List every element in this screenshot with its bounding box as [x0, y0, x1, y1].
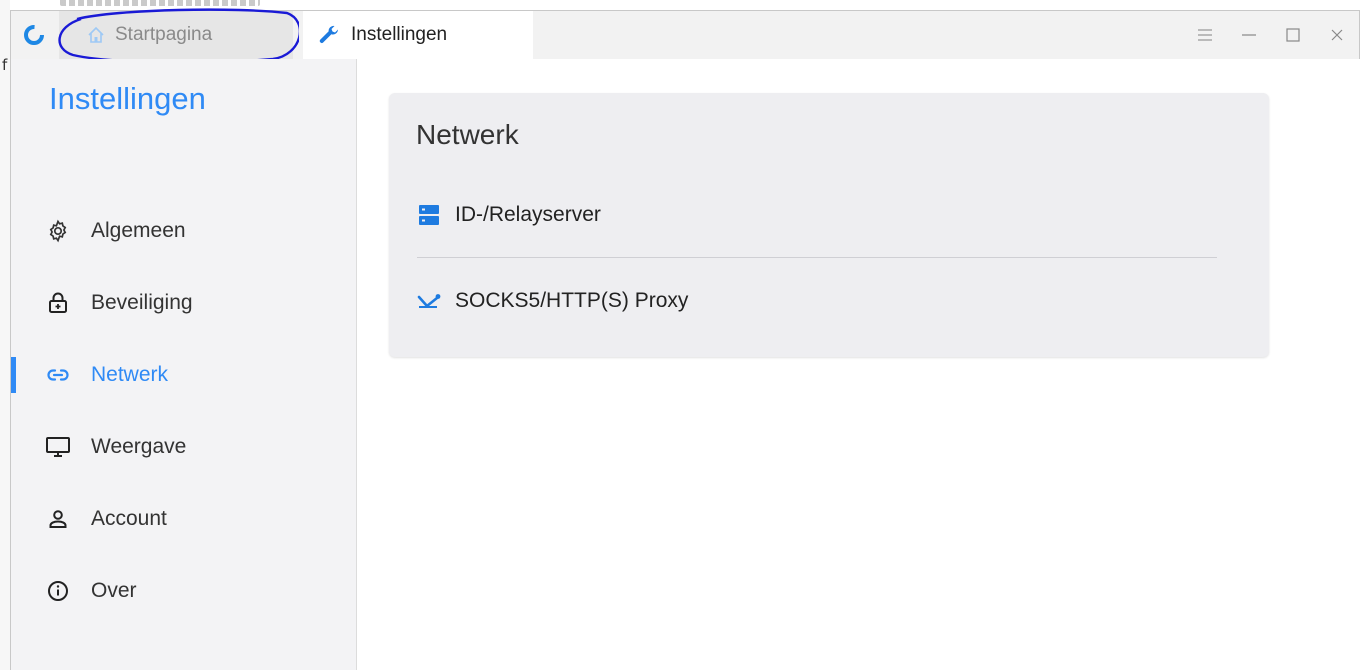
tab-instellingen[interactable]: Instellingen [303, 11, 533, 59]
network-card: Netwerk ID-/Relayserver SOCKS5/HTTP(S) P [389, 93, 1269, 357]
app-window: Startpagina Instellingen Instellingen Al… [10, 8, 1361, 670]
sidebar-item-label: Weergave [91, 435, 187, 458]
sidebar-item-account[interactable]: Account [11, 483, 357, 555]
maximize-button[interactable] [1271, 11, 1315, 59]
row-label: ID-/Relayserver [455, 203, 601, 226]
app-logo-icon [24, 25, 44, 45]
gear-icon [45, 218, 71, 244]
id-relay-server-row[interactable]: ID-/Relayserver [417, 203, 601, 227]
title-bar: Startpagina Instellingen [11, 8, 1359, 64]
background-glyph: f [2, 56, 8, 74]
home-icon [88, 26, 104, 43]
sidebar-item-label: Over [91, 579, 137, 602]
background-edge [0, 0, 10, 670]
sidebar-title: Instellingen [49, 81, 206, 116]
row-label: SOCKS5/HTTP(S) Proxy [455, 289, 689, 312]
sidebar-item-algemeen[interactable]: Algemeen [11, 195, 357, 267]
sidebar-item-label: Beveiliging [91, 291, 193, 314]
minimize-icon [1242, 34, 1256, 36]
lock-icon [45, 290, 71, 316]
window-controls [1183, 11, 1359, 59]
wrench-icon [319, 25, 338, 43]
server-icon [419, 205, 439, 225]
close-button[interactable] [1315, 11, 1359, 59]
section-title: Netwerk [416, 119, 519, 150]
cropped-background-text [60, 0, 260, 6]
main-content: Netwerk ID-/Relayserver SOCKS5/HTTP(S) P [357, 59, 1361, 670]
proxy-row[interactable]: SOCKS5/HTTP(S) Proxy [417, 289, 688, 313]
minimize-button[interactable] [1227, 11, 1271, 59]
menu-icon [1198, 29, 1212, 41]
info-icon [45, 578, 71, 604]
menu-button[interactable] [1183, 11, 1227, 59]
sidebar-nav: Algemeen Beveiliging Netwerk Weergave Ac… [11, 195, 357, 627]
tab-label: Startpagina [115, 24, 213, 45]
sidebar-item-label: Account [91, 507, 167, 530]
row-divider [417, 257, 1217, 258]
tab-label: Instellingen [351, 24, 448, 45]
sidebar-item-netwerk[interactable]: Netwerk [11, 339, 357, 411]
monitor-icon [45, 434, 71, 460]
close-icon [1331, 29, 1343, 41]
link-icon [45, 362, 71, 388]
sidebar-item-weergave[interactable]: Weergave [11, 411, 357, 483]
proxy-icon [417, 294, 441, 308]
sidebar-item-beveiliging[interactable]: Beveiliging [11, 267, 357, 339]
person-icon [45, 506, 71, 532]
sidebar-item-label: Algemeen [91, 219, 186, 242]
sidebar-item-over[interactable]: Over [11, 555, 357, 627]
tab-startpagina[interactable]: Startpagina [59, 11, 293, 59]
sidebar: Instellingen Algemeen Beveiliging Netwer… [11, 59, 357, 670]
maximize-icon [1286, 28, 1300, 42]
sidebar-item-label: Netwerk [91, 363, 169, 386]
